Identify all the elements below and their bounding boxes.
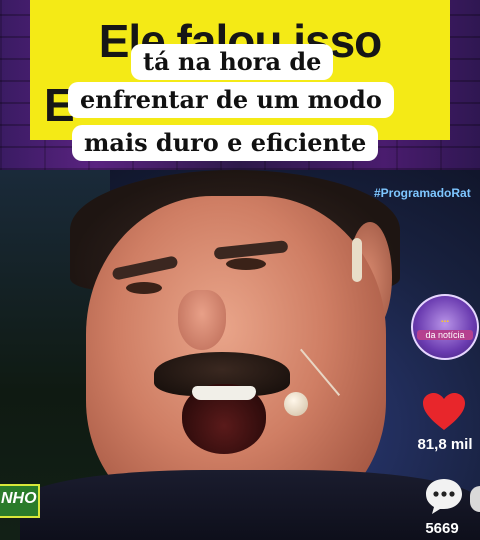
comment-bubble-icon[interactable] <box>424 476 464 516</box>
like-count: 81,8 mil <box>417 436 473 453</box>
channel-logo[interactable]: ... da notícia <box>411 294 479 360</box>
comment-count: 5669 <box>425 520 459 537</box>
caption-line-1: tá na hora de <box>131 44 334 80</box>
channel-logo-subtitle: da notícia <box>417 330 473 340</box>
like-heart-icon[interactable] <box>422 392 466 432</box>
presenter-teeth <box>192 386 256 400</box>
show-logo-tag: NHO <box>0 484 40 518</box>
caption-line-2: enfrentar de um modo <box>68 82 394 118</box>
video-post[interactable]: Ele falou isso E #ProgramadoRat tá na ho… <box>0 0 480 540</box>
presenter-eye-left <box>126 282 162 294</box>
program-hashtag: #ProgramadoRat <box>374 186 471 200</box>
earpiece <box>352 238 362 282</box>
presenter-eye-right <box>226 258 266 270</box>
share-icon[interactable] <box>470 486 480 512</box>
caption-line-3: mais duro e eficiente <box>72 125 379 161</box>
show-tag-text: NHO <box>1 490 37 507</box>
channel-logo-text: ... <box>440 314 450 325</box>
lapel-microphone <box>284 392 308 416</box>
presenter-nose <box>178 290 226 350</box>
